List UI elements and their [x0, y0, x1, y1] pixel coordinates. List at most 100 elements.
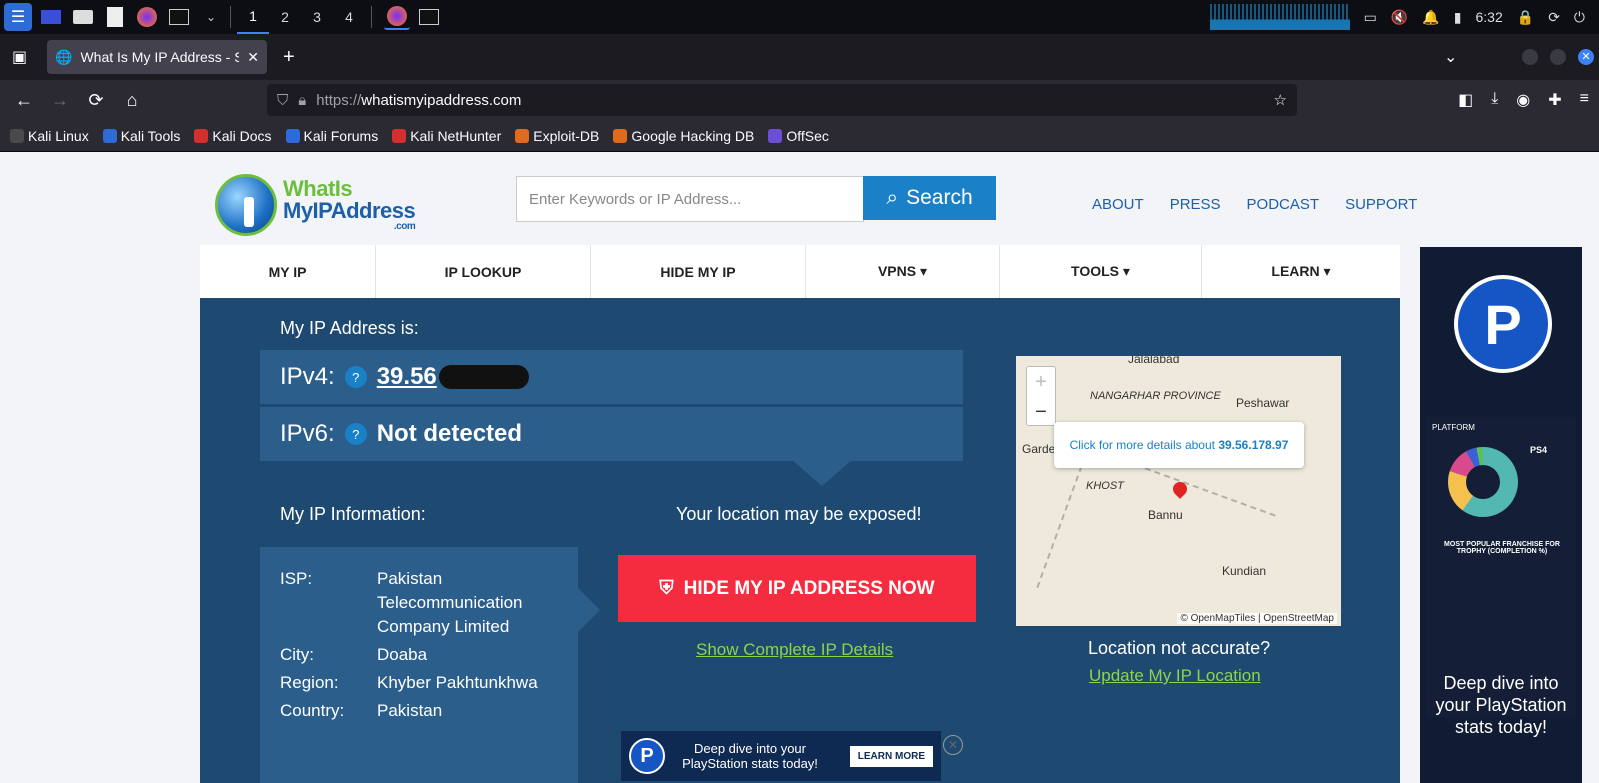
bookmark-label: Kali Forums: [303, 127, 379, 144]
display-icon[interactable]: ▭: [1364, 9, 1377, 26]
map-zoom-controls: + −: [1026, 366, 1056, 426]
learn-more-button[interactable]: LEARN MORE: [849, 745, 933, 767]
site-logo[interactable]: WhatIs MyIPAddress .com: [215, 170, 425, 240]
text-editor-icon[interactable]: [102, 4, 128, 30]
ad-cta-text: Deep dive into your PlayStation stats to…: [1435, 673, 1567, 737]
ip-panel: My IP Address is: IPv4: ? 39.56 IPv6: ? …: [200, 298, 1400, 783]
workspace-3[interactable]: 3: [301, 0, 333, 34]
map-place: Peshawar: [1236, 396, 1290, 410]
help-icon[interactable]: ?: [344, 423, 367, 445]
zoom-out-icon[interactable]: −: [1027, 397, 1055, 427]
firefox-window-icon[interactable]: [384, 4, 410, 30]
window-close-icon[interactable]: ✕: [1578, 49, 1594, 65]
reload-icon[interactable]: ⟳: [78, 84, 114, 116]
workspace-2[interactable]: 2: [269, 0, 301, 34]
terminal-icon[interactable]: [166, 4, 192, 30]
list-tabs-icon[interactable]: ⌄: [1444, 47, 1457, 67]
shield-icon: ⛨: [659, 577, 674, 599]
map-place: Garde: [1022, 442, 1056, 456]
power-icon[interactable]: ⏻: [1574, 9, 1585, 26]
url-bar[interactable]: ⛉ 🔒︎ https://whatismyipaddress.com ☆: [267, 84, 1297, 116]
firefox-icon[interactable]: [134, 4, 160, 30]
extensions-icon[interactable]: ✚: [1548, 90, 1561, 110]
bookmark-favicon-icon: [10, 128, 24, 143]
ad-platform-label: PLATFORM: [1432, 423, 1475, 432]
map-place: Jalalabad: [1128, 356, 1180, 366]
volume-muted-icon[interactable]: 🔇: [1391, 9, 1408, 26]
ipv4-value[interactable]: 39.56: [377, 363, 437, 391]
link-about[interactable]: ABOUT: [1092, 196, 1144, 213]
map-attribution[interactable]: © OpenMapTiles | OpenStreetMap: [1177, 613, 1337, 624]
bookmark-item[interactable]: Kali Linux: [10, 128, 89, 144]
tab-whatismyip[interactable]: 🌐 What Is My IP Address - S ✕: [47, 40, 267, 74]
separator: [230, 6, 231, 28]
bookmark-item[interactable]: Google Hacking DB: [613, 128, 754, 144]
hide-my-ip-button[interactable]: ⛨ HIDE MY IP ADDRESS NOW: [618, 555, 976, 622]
desktop-icon[interactable]: [38, 4, 64, 30]
map-place: KHOST: [1086, 480, 1124, 492]
bookmark-item[interactable]: Kali Docs: [194, 128, 272, 144]
tab-overview-icon[interactable]: ▣: [12, 47, 27, 67]
link-press[interactable]: PRESS: [1170, 196, 1221, 213]
minimize-icon[interactable]: [1522, 49, 1538, 65]
info-row-region: Region: Khyber Pakhtunkhwa: [280, 673, 538, 692]
back-icon[interactable]: ←: [6, 84, 42, 116]
menu-icon[interactable]: ≡: [1580, 90, 1589, 110]
bell-icon[interactable]: 🔔: [1422, 9, 1439, 26]
bookmark-item[interactable]: Exploit-DB: [515, 128, 599, 144]
globe-icon: 🌐: [55, 48, 73, 65]
workspace-4[interactable]: 4: [333, 0, 365, 34]
search-input[interactable]: Enter Keywords or IP Address...: [516, 176, 864, 222]
zoom-in-icon[interactable]: +: [1027, 367, 1055, 397]
help-icon[interactable]: ?: [344, 366, 367, 388]
search-icon: ⌕: [886, 186, 899, 209]
terminal-window-icon[interactable]: [416, 4, 442, 30]
bookmark-star-icon[interactable]: ☆: [1274, 91, 1287, 109]
pocket-icon[interactable]: ◧: [1458, 90, 1473, 110]
refresh-icon[interactable]: ⟳: [1548, 9, 1560, 26]
close-icon[interactable]: ✕: [247, 49, 259, 66]
shield-icon[interactable]: ⛉: [277, 92, 288, 109]
new-tab-icon[interactable]: +: [283, 46, 295, 69]
bookmark-item[interactable]: OffSec: [768, 128, 829, 144]
bookmark-item[interactable]: Kali NetHunter: [392, 128, 501, 144]
side-advertisement[interactable]: P PLATFORM PS4 MOST POPULAR FRANCHISE FO…: [1420, 247, 1582, 783]
battery-icon[interactable]: ▮: [1454, 9, 1462, 26]
clock[interactable]: 6:32: [1476, 9, 1503, 25]
nav-vpns[interactable]: VPNS ▾: [806, 245, 1000, 298]
nav-ip-lookup[interactable]: IP LOOKUP: [376, 245, 591, 298]
map-place: Bannu: [1148, 508, 1183, 522]
bottom-ad-text: Deep dive into your PlayStation stats to…: [682, 741, 818, 771]
bookmark-item[interactable]: Kali Tools: [102, 128, 180, 144]
link-podcast[interactable]: PODCAST: [1247, 196, 1320, 213]
update-location-link[interactable]: Update My IP Location: [1089, 666, 1261, 686]
file-manager-icon[interactable]: [70, 4, 96, 30]
lock-icon[interactable]: 🔒: [1517, 9, 1534, 26]
main-nav: MY IP IP LOOKUP HIDE MY IP VPNS ▾ TOOLS …: [200, 245, 1400, 298]
workspace-1[interactable]: 1: [237, 0, 269, 34]
forward-icon[interactable]: →: [42, 84, 78, 116]
link-support[interactable]: SUPPORT: [1345, 196, 1417, 213]
account-icon[interactable]: ◉: [1516, 90, 1530, 110]
lock-icon[interactable]: 🔒︎: [298, 92, 306, 109]
downloads-icon[interactable]: ⤓: [1491, 90, 1498, 110]
nav-my-ip[interactable]: MY IP: [200, 245, 376, 298]
nav-hide-my-ip[interactable]: HIDE MY IP: [591, 245, 806, 298]
ad-close-icon[interactable]: ✕: [943, 735, 963, 755]
ipv4-label: IPv4:: [280, 363, 335, 390]
search-button[interactable]: ⌕ Search: [863, 176, 996, 220]
system-tray: ▭ 🔇 🔔 ▮ 6:32 🔒 ⟳ ⏻: [1209, 0, 1599, 34]
maximize-icon[interactable]: [1550, 49, 1566, 65]
home-icon[interactable]: ⌂: [114, 84, 150, 116]
map-popup[interactable]: Click for more details about 39.56.178.9…: [1054, 422, 1304, 468]
nav-learn[interactable]: LEARN ▾: [1202, 245, 1400, 298]
nav-tools[interactable]: TOOLS ▾: [1000, 245, 1202, 298]
bookmark-item[interactable]: Kali Forums: [285, 127, 379, 144]
web-page: WhatIs MyIPAddress .com Enter Keywords o…: [0, 152, 1599, 783]
show-details-link[interactable]: Show Complete IP Details: [696, 640, 893, 660]
ad-donut-chart: [1448, 447, 1518, 517]
kali-menu-icon[interactable]: ☰: [4, 3, 32, 31]
location-map[interactable]: Jalalabad NANGARHAR PROVINCE Peshawar Ga…: [1016, 356, 1341, 626]
chevron-down-icon[interactable]: ⌄: [198, 4, 224, 30]
bottom-advertisement[interactable]: P Deep dive into your PlayStation stats …: [621, 731, 941, 781]
